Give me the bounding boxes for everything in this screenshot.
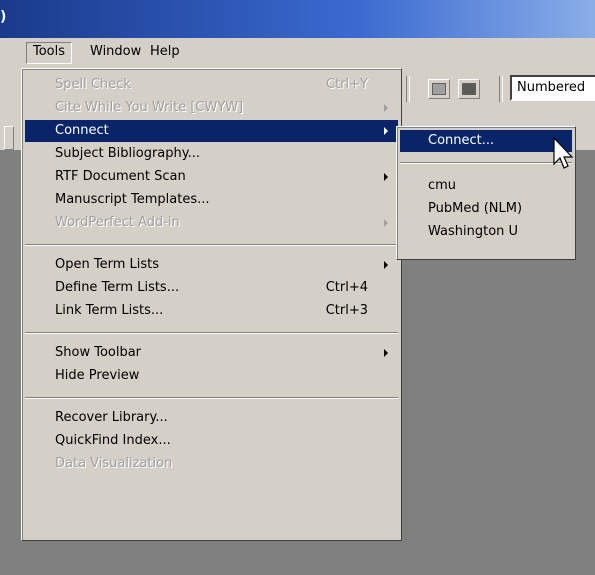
toolbar-handle[interactable] <box>4 126 14 150</box>
menu-separator <box>400 162 572 164</box>
menu-tools[interactable]: Tools <box>26 42 73 64</box>
style-select[interactable]: Numbered <box>510 75 595 101</box>
menu-item-show-toolbar[interactable]: Show Toolbar <box>25 342 398 364</box>
menu-item-link-term-lists[interactable]: Link Term Lists... Ctrl+3 <box>25 300 398 322</box>
submenu-item-pubmed[interactable]: PubMed (NLM) <box>400 198 572 220</box>
submenu-item-washington-u[interactable]: Washington U <box>400 221 572 243</box>
menu-item-recover-library[interactable]: Recover Library... <box>25 407 398 429</box>
submenu-arrow-icon <box>384 104 388 112</box>
submenu-arrow-icon <box>384 261 388 269</box>
menu-item-label: Hide Preview <box>55 368 140 383</box>
menu-item-connect[interactable]: Connect <box>25 120 398 142</box>
menu-item-wordperfect[interactable]: WordPerfect Add-in <box>25 212 398 234</box>
menu-item-label: Define Term Lists... <box>55 280 180 295</box>
menu-item-label: Manuscript Templates... <box>55 192 210 207</box>
submenu-item-cmu[interactable]: cmu <box>400 175 572 197</box>
menu-item-label: QuickFind Index... <box>55 433 171 448</box>
mouse-cursor-icon <box>553 137 574 169</box>
toolbar-separator <box>499 76 503 102</box>
menu-item-label: Cite While You Write [CWYW] <box>55 100 244 115</box>
shortcut-label: Ctrl+4 <box>325 280 368 295</box>
menu-item-open-term-lists[interactable]: Open Term Lists <box>25 254 398 276</box>
menu-separator <box>25 397 398 399</box>
submenu-arrow-icon <box>384 219 388 227</box>
menu-item-label: RTF Document Scan <box>55 169 186 184</box>
menu-item-rtf-scan[interactable]: RTF Document Scan <box>25 166 398 188</box>
menu-item-label: Show Toolbar <box>55 345 142 360</box>
menu-item-label: Link Term Lists... <box>55 303 164 318</box>
menu-item-manuscript-templates[interactable]: Manuscript Templates... <box>25 189 398 211</box>
submenu-arrow-icon <box>384 127 388 135</box>
shortcut-label: Ctrl+Y <box>326 77 368 92</box>
menu-item-cwyw[interactable]: Cite While You Write [CWYW] <box>25 97 398 119</box>
image-icon[interactable] <box>428 79 450 99</box>
menu-item-hide-preview[interactable]: Hide Preview <box>25 365 398 387</box>
menu-item-subject-bibliography[interactable]: Subject Bibliography... <box>25 143 398 165</box>
title-text: ) <box>0 9 7 25</box>
menu-item-spell-check[interactable]: Spell Check Ctrl+Y <box>25 74 398 96</box>
submenu-arrow-icon <box>384 173 388 181</box>
menu-separator <box>25 244 398 246</box>
menu-item-label: PubMed (NLM) <box>428 201 523 216</box>
menu-item-label: Subject Bibliography... <box>55 146 200 161</box>
menu-item-label: Spell Check <box>55 77 131 92</box>
menu-item-label: Connect <box>55 123 109 138</box>
menu-item-label: Data Visualization <box>55 456 173 471</box>
menu-separator <box>25 332 398 334</box>
picture-icon[interactable] <box>458 79 480 99</box>
title-bar: ) <box>0 0 595 38</box>
menu-item-label: WordPerfect Add-in <box>55 215 180 230</box>
menu-item-label: Recover Library... <box>55 410 168 425</box>
menu-help[interactable]: Help <box>144 42 186 62</box>
tools-menu: Spell Check Ctrl+Y Cite While You Write … <box>21 68 402 541</box>
menu-item-define-term-lists[interactable]: Define Term Lists... Ctrl+4 <box>25 277 398 299</box>
menu-item-label: Washington U <box>428 224 519 239</box>
connect-submenu: Connect... cmu PubMed (NLM) Washington U <box>396 126 576 260</box>
shortcut-label: Ctrl+3 <box>325 303 368 318</box>
menu-item-data-visualization[interactable]: Data Visualization <box>25 453 398 475</box>
menu-bar: Tools Window Help <box>0 38 595 67</box>
menu-item-label: Connect... <box>428 133 495 148</box>
menu-item-label: cmu <box>428 178 457 193</box>
menu-item-label: Open Term Lists <box>55 257 159 272</box>
menu-item-quickfind-index[interactable]: QuickFind Index... <box>25 430 398 452</box>
menu-window[interactable]: Window <box>84 42 147 62</box>
submenu-item-connect[interactable]: Connect... <box>400 130 572 152</box>
submenu-arrow-icon <box>384 349 388 357</box>
toolbar-separator <box>406 76 410 102</box>
